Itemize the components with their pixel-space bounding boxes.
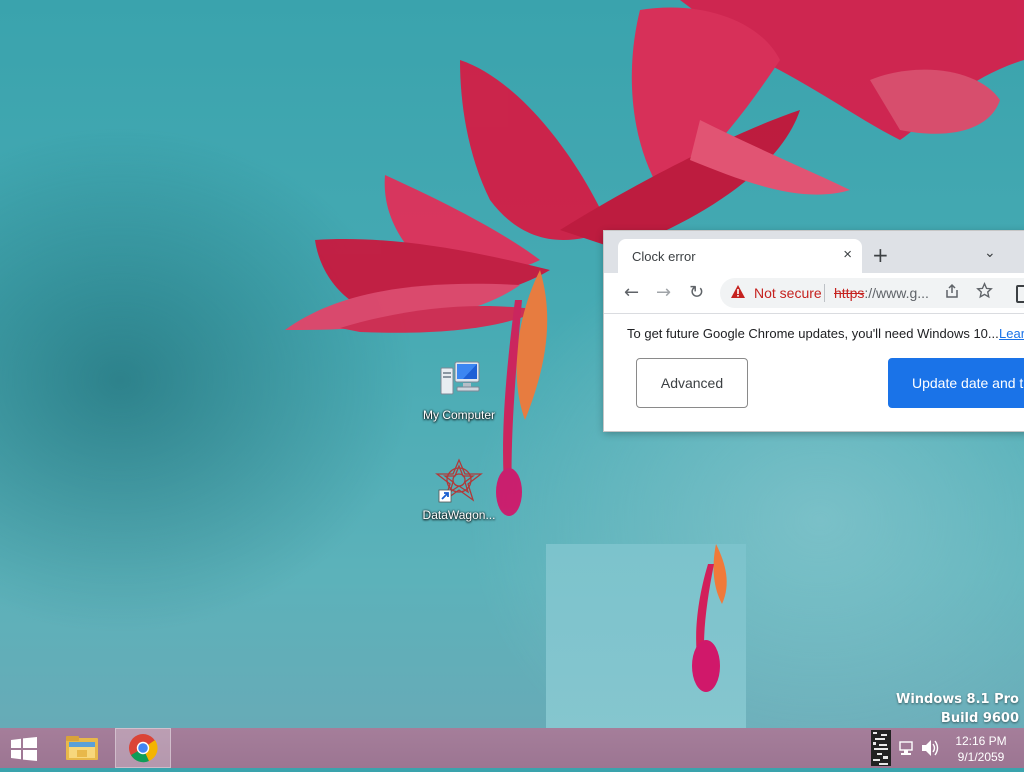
- watermark-edition: Windows 8.1 Pro: [896, 692, 1019, 707]
- tab-strip: Clock error × + ⌄: [604, 231, 1024, 273]
- security-status[interactable]: Not secure: [754, 285, 822, 301]
- network-icon[interactable]: [897, 728, 915, 768]
- desktop-icon-datawagon[interactable]: DataWagon...: [411, 458, 507, 522]
- windows-logo-icon: [11, 737, 37, 761]
- tab-title: Clock error: [632, 249, 696, 264]
- reload-icon[interactable]: ↻: [689, 282, 704, 303]
- desktop-icon-label: My Computer: [422, 408, 496, 422]
- clock-date: 9/1/2059: [957, 750, 1005, 764]
- chrome-icon: [129, 734, 158, 763]
- share-icon[interactable]: [944, 283, 960, 304]
- forward-icon[interactable]: →: [656, 282, 671, 303]
- desktop-icon-label: DataWagon...: [422, 508, 496, 522]
- browser-toolbar: ← → ↻ Not secure https://www.g...: [604, 273, 1024, 313]
- url-scheme: https: [834, 285, 865, 301]
- start-button[interactable]: [10, 737, 38, 761]
- url-host: ://www.g...: [864, 285, 929, 301]
- bookmark-star-icon[interactable]: [976, 281, 993, 304]
- close-icon[interactable]: ×: [843, 246, 852, 263]
- infobar-message: To get future Google Chrome updates, you…: [627, 326, 999, 341]
- chevron-down-icon[interactable]: ⌄: [984, 245, 996, 261]
- noise-icon[interactable]: [869, 728, 893, 768]
- taskbar-file-explorer[interactable]: [55, 728, 111, 768]
- glitch-overlay: [546, 544, 746, 744]
- desktop-icon-my-computer[interactable]: My Computer: [411, 358, 507, 422]
- computer-icon: [435, 358, 483, 406]
- omnibox-divider: [824, 284, 825, 302]
- windows-watermark: Windows 8.1 Pro Build 9600: [896, 690, 1019, 728]
- folder-icon: [66, 736, 98, 760]
- advanced-button[interactable]: Advanced: [636, 358, 748, 408]
- new-tab-button[interactable]: +: [872, 243, 889, 267]
- chrome-window: Clock error × + ⌄ ← → ↻ Not secure https…: [604, 231, 1024, 431]
- tab-clock-error[interactable]: Clock error ×: [618, 239, 862, 273]
- error-page-content: Advanced Update date and t: [604, 356, 1024, 431]
- watermark-build: Build 9600: [940, 711, 1019, 726]
- volume-icon[interactable]: [919, 728, 941, 768]
- datawagon-icon: [435, 458, 483, 506]
- back-icon[interactable]: ←: [624, 282, 639, 303]
- update-date-time-button[interactable]: Update date and t: [888, 358, 1024, 408]
- update-infobar: To get future Google Chrome updates, you…: [604, 313, 1024, 357]
- clock-time: 12:16 PM: [955, 734, 1007, 748]
- taskbar: 12:16 PM 9/1/2059: [0, 728, 1024, 768]
- taskbar-chrome[interactable]: [115, 728, 171, 768]
- url-text: https://www.g...: [834, 285, 929, 301]
- side-panel-icon[interactable]: [1016, 285, 1024, 303]
- address-bar[interactable]: Not secure https://www.g...: [720, 278, 1024, 308]
- learn-more-link[interactable]: Learn: [999, 326, 1024, 341]
- warning-icon: [730, 284, 746, 303]
- taskbar-clock[interactable]: 12:16 PM 9/1/2059: [946, 733, 1016, 765]
